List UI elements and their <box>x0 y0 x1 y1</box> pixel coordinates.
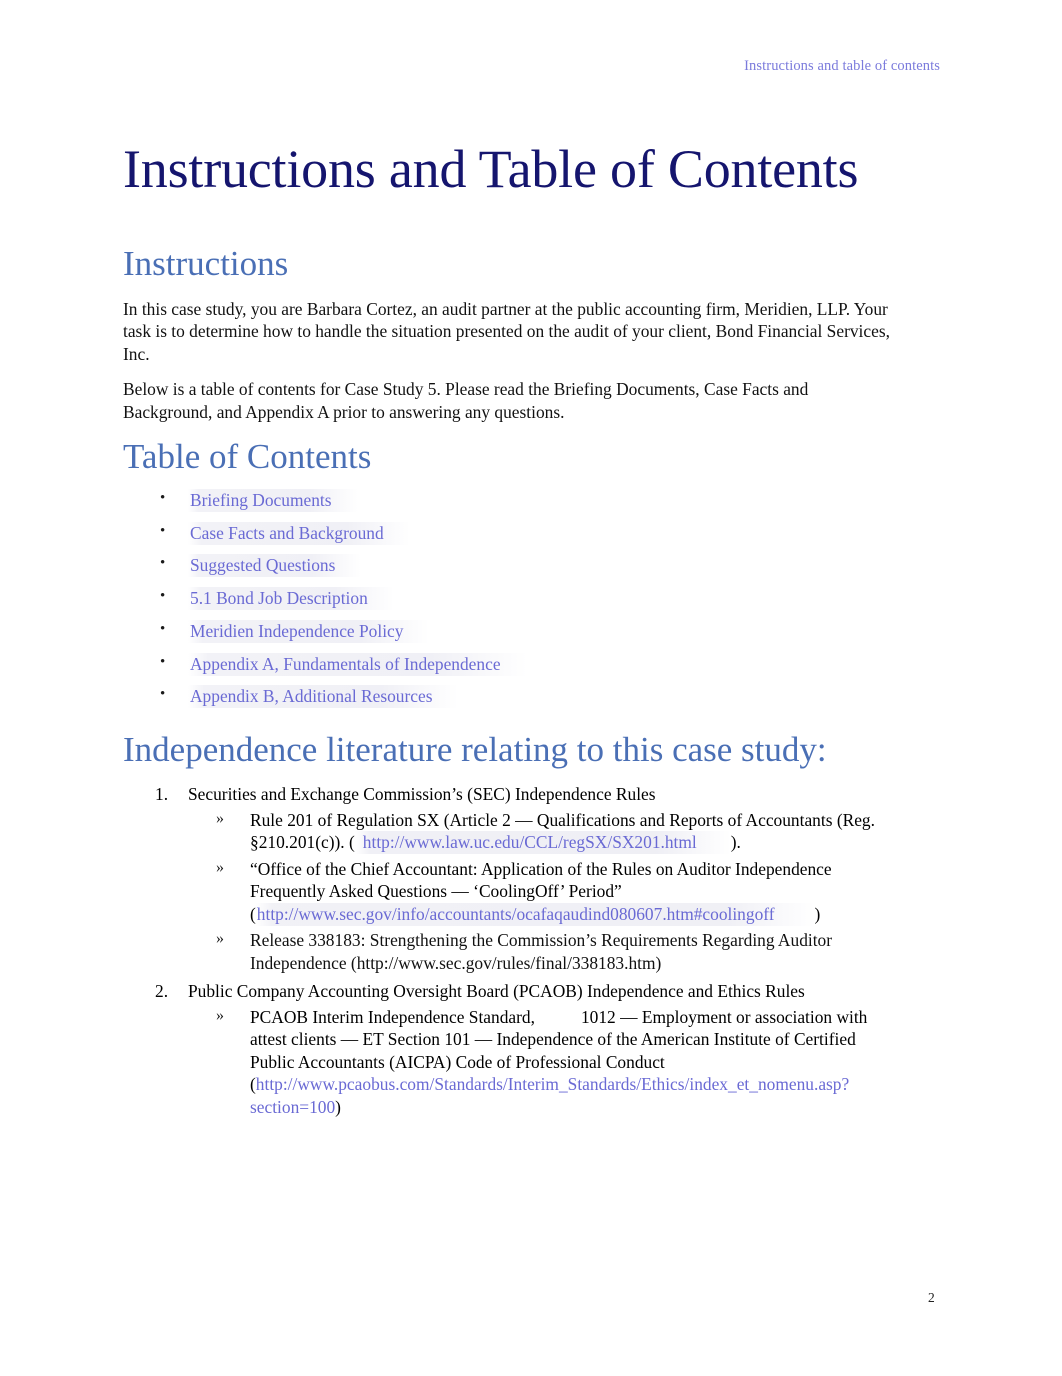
instructions-paragraph-1: In this case study, you are Barbara Cort… <box>123 298 890 364</box>
page-number: 2 <box>928 1290 935 1305</box>
table-of-contents-heading: Table of Contents <box>123 436 372 476</box>
list-item: Release 338183: Strengthening the Commis… <box>188 929 891 974</box>
list-item: 1. Securities and Exchange Commission’s … <box>123 783 891 974</box>
toc-link-suggested-questions[interactable]: Suggested Questions <box>188 554 362 578</box>
document-content: Instructions and Table of Contents Instr… <box>123 140 891 1124</box>
toc-link-briefing-documents[interactable]: Briefing Documents <box>188 488 358 512</box>
list-item: “Office of the Chief Accountant: Applica… <box>188 858 891 926</box>
list-item: 5.1 Bond Job Description <box>123 587 891 611</box>
list-item: Case Facts and Background <box>123 521 891 545</box>
instructions-paragraph-2: Below is a table of contents for Case St… <box>123 379 809 422</box>
pcaob-rules-title: Public Company Accounting Oversight Boar… <box>188 981 805 1002</box>
sec-rules-sublist: Rule 201 of Regulation SX (Article 2 — Q… <box>188 809 891 975</box>
pcaob-text-before: PCAOB Interim Independence Standard, <box>250 1006 535 1027</box>
list-number: 1. <box>155 784 169 805</box>
list-item: Suggested Questions <box>123 554 891 578</box>
running-header: Instructions and table of contents <box>744 58 940 74</box>
list-item: Meridien Independence Policy <box>123 619 891 643</box>
cooling-off-text-after: ) <box>814 903 821 924</box>
toc-link-appendix-a[interactable]: Appendix A, Fundamentals of Independence <box>188 652 527 676</box>
toc-link-meridien-independence-policy[interactable]: Meridien Independence Policy <box>188 619 430 643</box>
literature-reference-list: 1. Securities and Exchange Commission’s … <box>123 783 891 1118</box>
list-item: Appendix B, Additional Resources <box>123 685 891 709</box>
pcaob-text-after: ) <box>335 1096 341 1117</box>
instructions-heading: Instructions <box>123 244 289 284</box>
list-number: 2. <box>155 981 169 1002</box>
table-of-contents-list: Briefing Documents Case Facts and Backgr… <box>123 488 891 709</box>
page-title: Instructions and Table of Contents <box>123 139 859 199</box>
list-item: PCAOB Interim Independence Standard,1012… <box>188 1006 891 1119</box>
rule-201-url-link[interactable]: http://www.law.uc.edu/CCL/regSX/SX201.ht… <box>354 831 731 855</box>
independence-literature-heading: Independence literature relating to this… <box>123 730 827 770</box>
release-338183-text: Release 338183: Strengthening the Commis… <box>250 930 833 973</box>
list-item: 2. Public Company Accounting Oversight B… <box>123 980 891 1118</box>
cooling-off-url-link[interactable]: http://www.sec.gov/info/accountants/ocaf… <box>255 902 815 926</box>
sec-rules-title: Securities and Exchange Commission’s (SE… <box>188 784 656 805</box>
document-page: Instructions and table of contents Instr… <box>0 0 1062 1376</box>
toc-link-case-facts-and-background[interactable]: Case Facts and Background <box>188 521 410 545</box>
list-item: Rule 201 of Regulation SX (Article 2 — Q… <box>188 809 891 855</box>
toc-link-appendix-b[interactable]: Appendix B, Additional Resources <box>188 685 459 709</box>
list-item: Appendix A, Fundamentals of Independence <box>123 652 891 676</box>
toc-link-bond-job-description[interactable]: 5.1 Bond Job Description <box>188 587 394 611</box>
pcaob-rules-sublist: PCAOB Interim Independence Standard,1012… <box>188 1006 891 1119</box>
rule-201-text-after: ). <box>730 832 741 853</box>
list-item: Briefing Documents <box>123 488 891 512</box>
